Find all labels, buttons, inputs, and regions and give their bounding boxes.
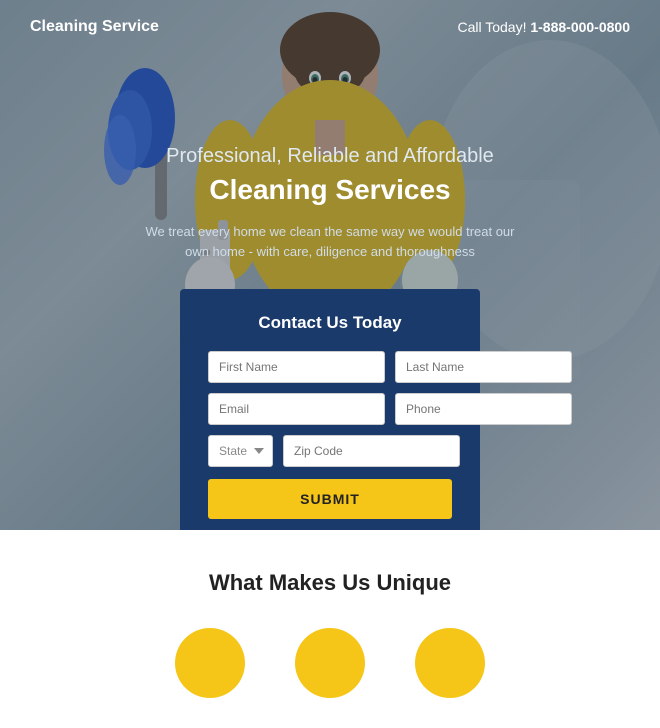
state-zip-row: State ALAKAZAR CACOCTDE FLGAHIID ILINIAK… <box>208 435 452 467</box>
email-phone-row <box>208 393 452 425</box>
phone-number: 1-888-000-0800 <box>530 19 630 35</box>
hero-subtitle: Professional, Reliable and Affordable <box>140 145 520 168</box>
hero-section: Cleaning Service Call Today! 1-888-000-0… <box>0 0 660 530</box>
phone-display: Call Today! 1-888-000-0800 <box>457 19 630 35</box>
name-row <box>208 351 452 383</box>
first-name-input[interactable] <box>208 351 385 383</box>
lower-title: What Makes Us Unique <box>30 570 630 596</box>
last-name-input[interactable] <box>395 351 572 383</box>
features-row <box>30 628 630 698</box>
state-select[interactable]: State ALAKAZAR CACOCTDE FLGAHIID ILINIAK… <box>208 435 273 467</box>
feature-circle-3 <box>415 628 485 698</box>
site-logo: Cleaning Service <box>30 18 159 36</box>
lower-section: What Makes Us Unique <box>0 530 660 728</box>
submit-button[interactable]: SUBMIT <box>208 479 452 519</box>
email-input[interactable] <box>208 393 385 425</box>
hero-content: Professional, Reliable and Affordable Cl… <box>100 145 560 530</box>
hero-description: We treat every home we clean the same wa… <box>140 222 520 261</box>
phone-label: Call Today! <box>457 19 526 35</box>
feature-circle-1 <box>175 628 245 698</box>
header: Cleaning Service Call Today! 1-888-000-0… <box>0 0 660 54</box>
phone-input[interactable] <box>395 393 572 425</box>
contact-form-box: Contact Us Today State ALAKAZAR CACOCTDE… <box>180 289 480 530</box>
contact-form-title: Contact Us Today <box>208 313 452 333</box>
zip-input[interactable] <box>283 435 460 467</box>
hero-title: Cleaning Services <box>140 174 520 206</box>
feature-circle-2 <box>295 628 365 698</box>
